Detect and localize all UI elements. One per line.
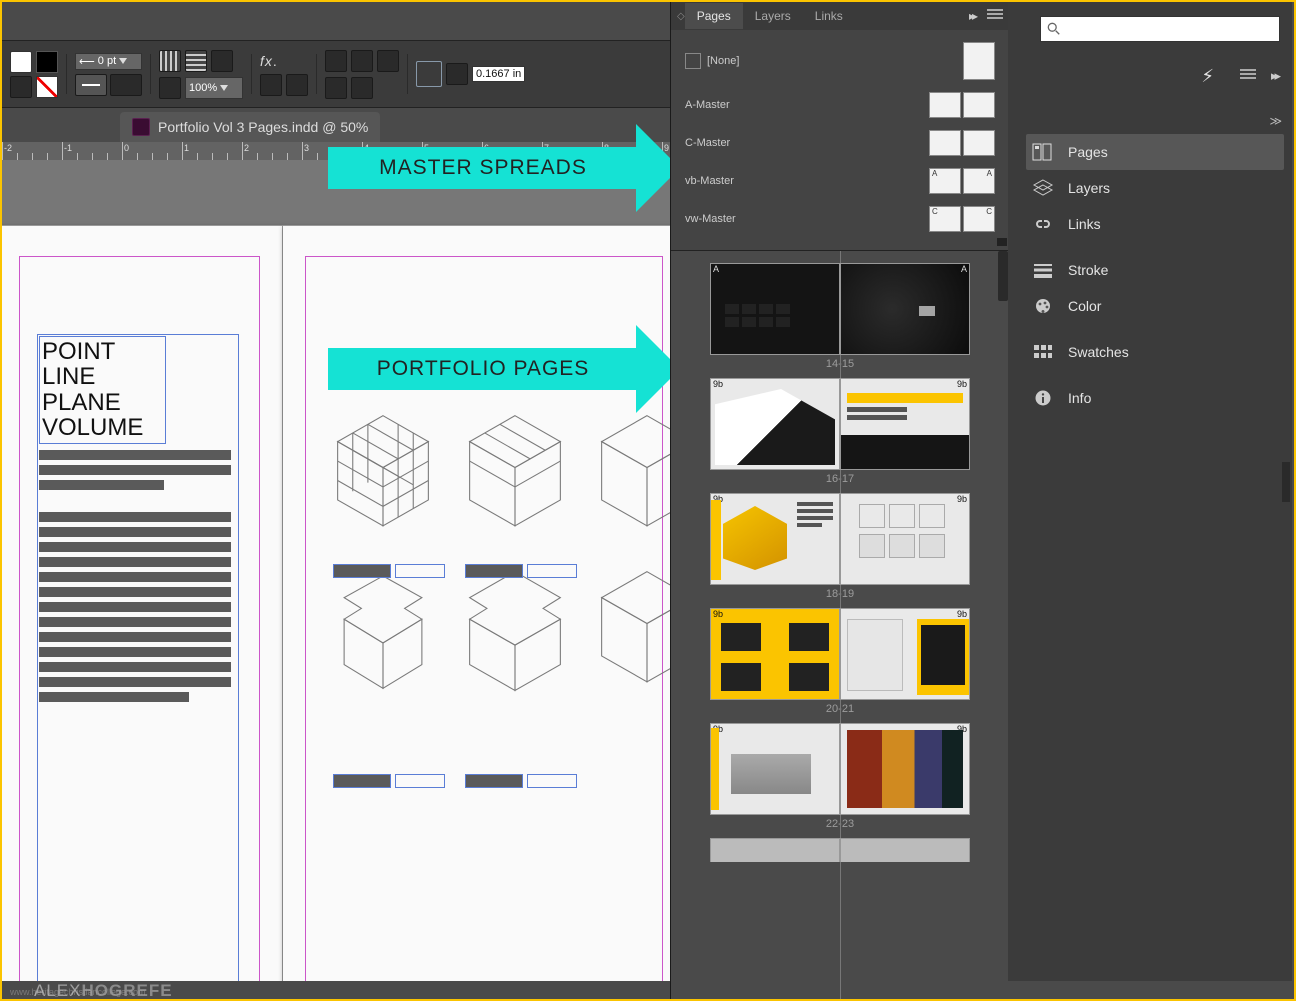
search-input[interactable] [1040, 16, 1280, 42]
stroke-style-2[interactable] [110, 74, 142, 96]
caption-box[interactable] [527, 774, 577, 788]
link-icon: ◇ [671, 11, 685, 22]
caption-box[interactable] [527, 564, 577, 578]
wrap-1[interactable] [325, 50, 347, 72]
fill-swatch[interactable] [10, 51, 32, 73]
caption-box[interactable] [465, 564, 523, 578]
caption-box[interactable] [395, 774, 445, 788]
cube-grid [329, 408, 670, 696]
dock-item-stroke[interactable]: Stroke [1026, 252, 1284, 288]
page-right[interactable] [283, 225, 670, 981]
right-dock: ⚡︎ ▸▸ ≫ Pages Layers Links Stroke [1008, 2, 1292, 981]
stroke-style-1[interactable] [75, 74, 107, 96]
collapse-dock-icon[interactable]: ▸▸ [1271, 68, 1278, 84]
wrap-5[interactable] [351, 77, 373, 99]
layers-icon [1032, 179, 1054, 197]
swap-swatch[interactable] [10, 76, 32, 98]
dock-panel-list: Pages Layers Links Stroke Color [1026, 134, 1284, 416]
spread-thumb-22-23[interactable]: 9b 9b 22-23 [710, 723, 970, 830]
tab-links[interactable]: Links [803, 3, 855, 29]
stroke-swatch[interactable] [36, 51, 58, 73]
page-left[interactable]: POINT LINE PLANE VOLUME [2, 225, 283, 981]
tab-layers[interactable]: Layers [743, 3, 803, 29]
master-pages-section: [None] A-Master C-Master vb-Master A A v… [671, 30, 1009, 251]
cube-3 [593, 408, 670, 540]
caption-box[interactable] [395, 564, 445, 578]
dist-1[interactable] [159, 77, 181, 99]
dock-item-color[interactable]: Color [1026, 288, 1284, 324]
annotation-arrow-pages: PORTFOLIO PAGES [328, 348, 638, 390]
document-spread: POINT LINE PLANE VOLUME [2, 225, 670, 981]
spread-thumb-14-15[interactable]: A A 14-15 [710, 263, 970, 370]
frame-fit-button[interactable] [416, 61, 442, 87]
right-scrollbar[interactable] [1282, 462, 1290, 502]
spread-thumb-20-21[interactable]: 9b 9b 20-21 [710, 608, 970, 715]
search-icon [1047, 22, 1061, 36]
wrap-2[interactable] [351, 50, 373, 72]
caption-box[interactable] [333, 564, 391, 578]
control-bar: ⟵0 pt 100% fx. [2, 40, 670, 108]
watermark: ALEXHOGREFE [34, 981, 173, 1001]
dock-item-links[interactable]: Links [1026, 206, 1284, 242]
app-window: aP ⟵0 pt [0, 0, 1296, 1001]
indesign-file-icon [132, 118, 150, 136]
dock-item-layers[interactable]: Layers [1026, 170, 1284, 206]
stroke-icon [1032, 261, 1054, 279]
pages-icon [1032, 143, 1054, 161]
tab-pages[interactable]: Pages [685, 3, 743, 29]
annotation-arrow-masters: MASTER SPREADS [328, 147, 638, 189]
pages-thumbnails-list[interactable]: A A 14-15 9b 9 [671, 251, 1009, 999]
spread-thumb-18-19[interactable]: 9b 9b 18-19 [710, 493, 970, 600]
wrap-3[interactable] [377, 50, 399, 72]
dock-item-pages[interactable]: Pages [1026, 134, 1284, 170]
wrap-4[interactable] [325, 77, 347, 99]
color-icon [1032, 297, 1054, 315]
document-tab[interactable]: Portfolio Vol 3 Pages.indd @ 50% [120, 112, 380, 142]
document-title: Portfolio Vol 3 Pages.indd @ 50% [158, 119, 368, 135]
cube-2 [461, 408, 569, 540]
align-2[interactable] [185, 50, 207, 72]
dim-field[interactable]: 0.1667 in [472, 66, 525, 82]
cube-5 [461, 564, 569, 696]
workspace-canvas[interactable]: POINT LINE PLANE VOLUME [2, 160, 670, 981]
spread-thumb-partial[interactable] [710, 838, 970, 862]
panel-menu-icon[interactable] [987, 9, 1003, 21]
opacity-field[interactable]: 100% [185, 77, 243, 99]
fx-opt-2[interactable] [286, 74, 308, 96]
scrollbar-thumb-icon[interactable] [997, 238, 1007, 246]
fx-opt-1[interactable] [260, 74, 282, 96]
spread-thumb-16-17[interactable]: 9b 9b 16-17 [710, 378, 970, 485]
panel-tabs: ◇ Pages Layers Links ▸▸ [671, 2, 1009, 30]
vertical-scrollbar[interactable] [998, 251, 1008, 301]
caption-box[interactable] [333, 774, 391, 788]
none-swatch[interactable] [36, 76, 58, 98]
collapse-icon[interactable]: ▸▸ [969, 9, 975, 23]
swatches-icon [1032, 343, 1054, 361]
master-row-c[interactable]: C-Master [671, 124, 1009, 162]
cube-1 [329, 408, 437, 540]
master-row-vw[interactable]: vw-Master C C [671, 200, 1009, 238]
stroke-weight-field[interactable]: ⟵0 pt [75, 53, 142, 70]
info-icon [1032, 389, 1054, 407]
cube-4 [329, 564, 437, 696]
close-panel-icon[interactable]: ≫ [1269, 114, 1282, 128]
fx-button[interactable]: fx. [260, 53, 308, 69]
dock-item-info[interactable]: Info [1026, 380, 1284, 416]
dock-item-swatches[interactable]: Swatches [1026, 334, 1284, 370]
bolt-icon[interactable]: ⚡︎ [1201, 66, 1214, 87]
master-row-vb[interactable]: vb-Master A A [671, 162, 1009, 200]
align-3[interactable] [211, 50, 233, 72]
cube-6 [593, 564, 670, 696]
caption-box[interactable] [465, 774, 523, 788]
dock-menu-icon[interactable] [1240, 69, 1256, 80]
align-1[interactable] [159, 50, 181, 72]
master-row-a[interactable]: A-Master [671, 86, 1009, 124]
links-icon [1032, 215, 1054, 233]
pages-panel: ◇ Pages Layers Links ▸▸ [None] A-Master … [670, 2, 1009, 999]
master-options-icon[interactable] [685, 53, 701, 69]
master-row-none[interactable]: [None] [671, 36, 1009, 86]
frame-tool[interactable] [446, 63, 468, 85]
